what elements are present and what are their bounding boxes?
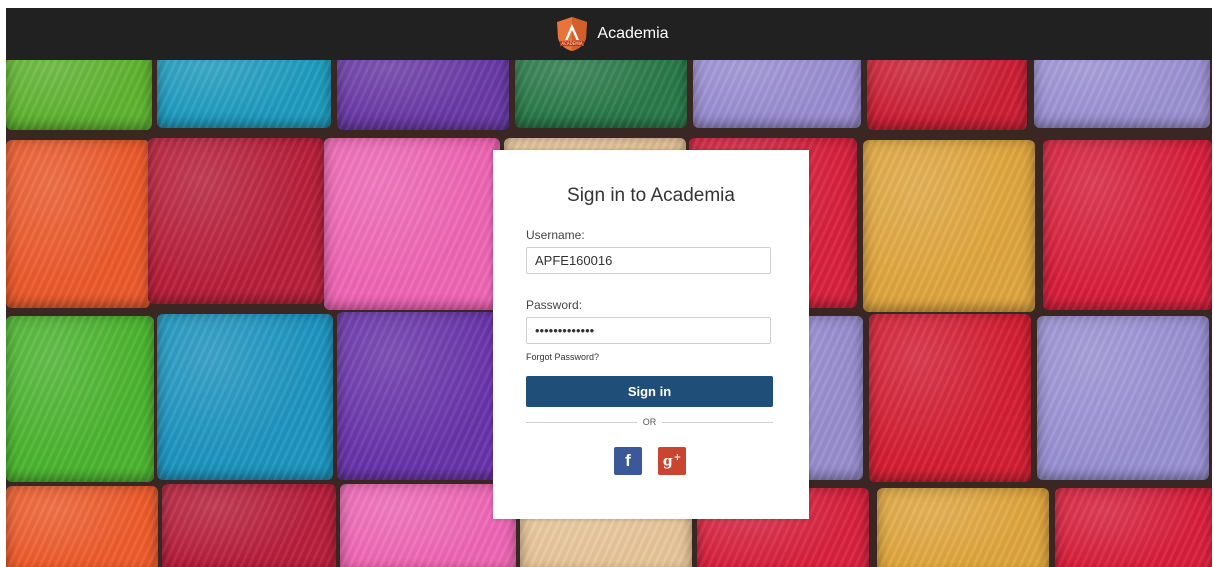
bg-tile — [863, 140, 1035, 312]
bg-tile — [515, 60, 687, 128]
bg-tile — [877, 488, 1049, 567]
bg-tile — [337, 312, 511, 480]
divider-line — [662, 421, 773, 423]
svg-text:ACADEMIA: ACADEMIA — [562, 41, 583, 46]
login-title: Sign in to Academia — [567, 185, 735, 206]
bg-tile — [1034, 60, 1210, 128]
sign-in-button[interactable]: Sign in — [526, 376, 773, 407]
bg-tile — [6, 316, 154, 482]
facebook-login-button[interactable]: f — [614, 447, 642, 475]
username-input[interactable]: APFE160016 — [526, 247, 771, 274]
bg-tile — [6, 60, 152, 130]
google-plus-icon: g+ — [662, 452, 682, 470]
bg-tile — [867, 60, 1027, 130]
forgot-password-link[interactable]: Forgot Password? — [526, 352, 599, 362]
password-input[interactable]: ••••••••••••• — [526, 317, 771, 344]
bg-tile — [1055, 488, 1212, 567]
bg-tile — [157, 60, 331, 128]
app-name: Academia — [597, 25, 669, 42]
academia-logo: ACADEMIA — [557, 17, 588, 51]
google-plus-login-button[interactable]: g+ — [658, 447, 686, 475]
top-bar: ACADEMIA Academia — [6, 8, 1212, 60]
username-label: Username: — [526, 228, 585, 242]
bg-tile — [6, 486, 158, 567]
bg-tile — [324, 138, 500, 310]
bg-tile — [6, 140, 150, 308]
bg-tile — [340, 484, 516, 567]
divider-line — [526, 421, 637, 423]
bg-tile — [157, 314, 333, 480]
or-divider: OR — [526, 415, 773, 429]
login-card: Sign in to Academia Username: APFE160016… — [493, 150, 809, 519]
bg-tile — [148, 138, 324, 304]
password-label: Password: — [526, 298, 583, 312]
app-frame: ACADEMIA Academia Sign in to Academia Us… — [6, 8, 1212, 567]
bg-tile — [337, 60, 509, 130]
bg-tile — [162, 484, 336, 567]
bg-tile — [1043, 140, 1212, 310]
facebook-icon: f — [625, 451, 631, 470]
brand[interactable]: ACADEMIA Academia — [555, 16, 669, 52]
bg-tile — [693, 60, 861, 128]
bg-tile — [869, 314, 1031, 482]
bg-tile — [1037, 316, 1209, 480]
or-text: OR — [642, 417, 657, 427]
